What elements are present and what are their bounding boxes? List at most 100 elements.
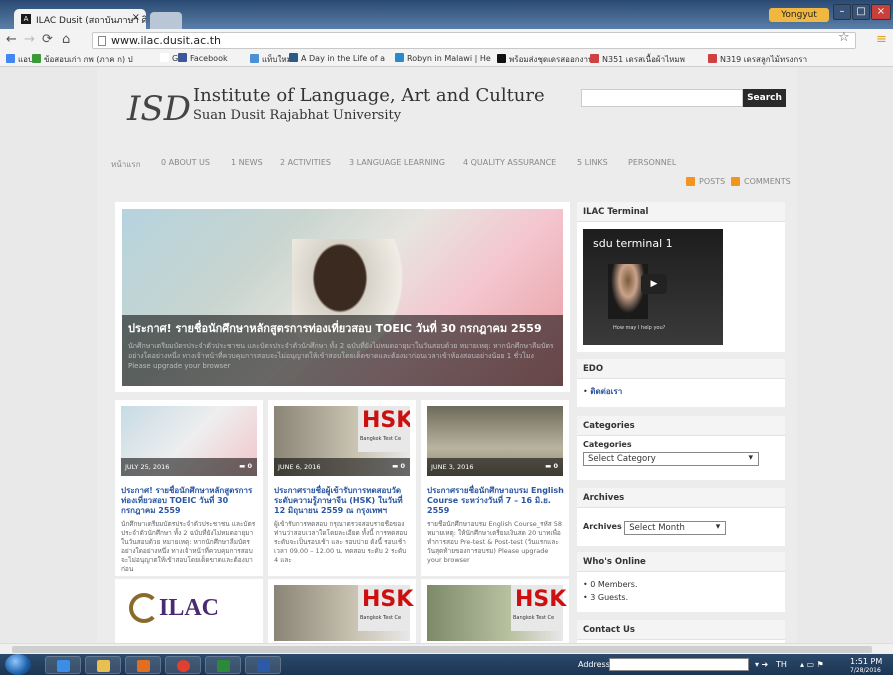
language-indicator[interactable]: TH <box>776 660 787 669</box>
category-select[interactable]: Select Category <box>583 452 759 466</box>
post-meta: JULY 25, 2016 ▬ 0 <box>121 458 257 476</box>
explorer-taskbar-icon[interactable] <box>85 656 121 674</box>
post-thumbnail: HSK Bangkok Test Ce <box>427 585 566 641</box>
maximize-button[interactable]: □ <box>852 4 870 20</box>
bookmark-item[interactable]: A Day in the Life of a <box>289 53 385 63</box>
post-date: JUNE 6, 2016 <box>278 463 321 471</box>
web-page: ISD Institute of Language, Art and Cultu… <box>0 67 893 643</box>
bookmark-item[interactable]: N319 เดรสลูกไม้ทรงกรา <box>708 53 807 66</box>
post-title[interactable]: ประกาศ! รายชื่อนักศึกษาหลักสูตรการท่องเท… <box>121 486 259 516</box>
address-toolbar-input[interactable] <box>609 658 749 671</box>
browser-titlebar: A ILAC Dusit (สถาบันภาษา ศิล × Yongyut –… <box>0 0 893 29</box>
user-profile-button[interactable]: Yongyut <box>769 8 829 22</box>
bookmark-item[interactable]: แท็บใหม่ <box>250 53 292 66</box>
bookmarks-bar: แอป ข้อสอบเก่า กพ (ภาค ก) ป G Facebook แท็บใ… <box>0 51 893 67</box>
rss-icon <box>731 177 740 186</box>
start-button[interactable] <box>5 654 31 675</box>
video-player[interactable]: sdu terminal 1 ▶ How may I help you? <box>583 229 723 345</box>
chrome-taskbar-icon[interactable] <box>165 656 201 674</box>
posts-feed-link[interactable]: POSTS <box>699 177 725 186</box>
main-menu: หน้าแรก 0 ABOUT US 1 NEWS 2 ACTIVITIES 3 LAN… <box>97 155 797 175</box>
play-icon[interactable]: ▶ <box>641 274 667 294</box>
slider-title[interactable]: ประกาศ! รายชื่อนักศึกษาหลักสูตรการท่องเท… <box>128 319 557 337</box>
clock-time[interactable]: 1:51 PM <box>850 657 882 666</box>
address-bar[interactable]: www.ilac.dusit.ac.th <box>92 32 856 49</box>
bookmark-item[interactable]: G <box>160 53 178 63</box>
media-taskbar-icon[interactable] <box>125 656 161 674</box>
bookmark-item[interactable]: Robyn in Malawi | He <box>395 53 491 63</box>
comments-feed-link[interactable]: COMMENTS <box>744 177 791 186</box>
menu-item[interactable]: 2 ACTIVITIES <box>280 158 331 167</box>
minimize-button[interactable]: – <box>833 4 851 20</box>
menu-item[interactable]: หน้าแรก <box>111 158 141 171</box>
menu-icon[interactable]: ≡ <box>876 32 887 47</box>
excel-taskbar-icon[interactable] <box>205 656 241 674</box>
video-title: sdu terminal 1 <box>593 237 673 250</box>
menu-item[interactable]: 4 QUALITY ASSURANCE <box>463 158 556 167</box>
menu-item[interactable]: 3 LANGUAGE LEARNING <box>349 158 445 167</box>
star-icon[interactable]: ☆ <box>838 30 850 45</box>
search-input[interactable] <box>581 89 743 107</box>
bookmark-icon <box>395 53 404 62</box>
members-count: 0 Members. <box>590 580 638 589</box>
search-button[interactable]: Search <box>743 89 786 107</box>
browser-tab[interactable]: A ILAC Dusit (สถาบันภาษา ศิล × <box>14 9 146 29</box>
menu-item[interactable]: 5 LINKS <box>577 158 608 167</box>
windows-taskbar: Address ▾ ➜ TH ▴ ▭ ⚑ 1:51 PM 7/28/2016 <box>0 654 893 675</box>
browser-toolbar: ← → ⟳ ⌂ www.ilac.dusit.ac.th ☆ ≡ <box>0 29 893 51</box>
post-card[interactable]: JUNE 3, 2016 ▬ 0 ประกาศรายชื่อนักศึกษาอบร… <box>421 400 569 576</box>
comment-count: ▬ 0 <box>392 462 405 470</box>
post-card[interactable]: ILAC <box>115 579 263 643</box>
bookmark-item[interactable]: ข้อสอบเก่า กพ (ภาค ก) ป <box>32 53 133 66</box>
reload-icon[interactable]: ⟳ <box>42 32 53 47</box>
hsk-logo: HSK Bangkok Test Ce <box>358 585 413 631</box>
post-title[interactable]: ประกาศรายชื่อนักศึกษาอบรม English Course… <box>427 486 565 516</box>
word-taskbar-icon[interactable] <box>245 656 281 674</box>
bookmark-label: A Day in the Life of a <box>301 54 385 63</box>
hsk-logo: HSK Bangkok Test Ce <box>358 406 410 452</box>
categories-widget: Categories Categories Select Category <box>577 416 785 480</box>
go-arrow-icon[interactable]: ▾ ➜ <box>755 660 768 669</box>
bookmark-item[interactable]: Facebook <box>178 53 228 63</box>
featured-slider[interactable]: ประกาศ! รายชื่อนักศึกษาหลักสูตรการท่องเท… <box>115 202 570 392</box>
tab-title: ILAC Dusit (สถาบันภาษา ศิล <box>36 16 146 26</box>
bookmark-item[interactable]: พร้อมส่งชุดเดรสออกงาน <box>497 53 594 66</box>
university-logo[interactable]: ISD <box>127 89 191 135</box>
menu-item[interactable]: 1 NEWS <box>231 158 263 167</box>
page-icon <box>98 36 106 46</box>
new-tab-button[interactable] <box>150 12 182 29</box>
post-card[interactable]: HSK Bangkok Test Ce JUNE 6, 2016 ▬ 0 ประกา… <box>268 400 416 576</box>
bookmark-label: Facebook <box>190 54 228 63</box>
hsk-logo: HSK Bangkok Test Ce <box>511 585 566 631</box>
horizontal-scrollbar[interactable] <box>0 643 893 654</box>
bookmark-label: Robyn in Malawi | He <box>407 54 491 63</box>
close-window-button[interactable]: × <box>871 4 891 20</box>
close-tab-icon[interactable]: × <box>132 12 140 23</box>
archive-select[interactable]: Select Month <box>624 521 727 535</box>
bookmark-item[interactable]: N351 เดรสเนื้อผ้าไหมพ <box>590 53 685 66</box>
post-title[interactable]: ประกาศรายชื่อผู้เข้ารับการทดสอบวัดระดับค… <box>274 486 412 516</box>
home-icon[interactable]: ⌂ <box>62 32 70 47</box>
widget-title: EDO <box>577 359 785 379</box>
back-icon[interactable]: ← <box>6 32 17 47</box>
categories-label: Categories <box>583 440 632 449</box>
bookmark-label: N351 เดรสเนื้อผ้าไหมพ <box>602 55 685 64</box>
post-card[interactable]: JULY 25, 2016 ▬ 0 ประกาศ! รายชื่อนักศึกษา… <box>115 400 263 576</box>
post-card[interactable]: HSK Bangkok Test Ce <box>421 579 569 643</box>
edo-widget: EDO • ติดต่อเรา <box>577 359 785 407</box>
menu-item[interactable]: 0 ABOUT US <box>161 158 210 167</box>
post-card[interactable]: HSK Bangkok Test Ce <box>268 579 416 643</box>
video-caption: How may I help you? <box>613 325 666 331</box>
site-title[interactable]: Institute of Language, Art and Culture <box>193 85 545 106</box>
contact-link[interactable]: ติดต่อเรา <box>590 387 622 396</box>
post-excerpt: ผู้เข้ารับการทดสอบ กรุณาตรวจสอบรายชื่อขอ… <box>274 520 408 564</box>
online-widget: Who's Online • 0 Members. • 3 Guests. <box>577 552 785 612</box>
forward-icon[interactable]: → <box>24 32 35 47</box>
tray-icons[interactable]: ▴ ▭ ⚑ <box>800 660 824 669</box>
post-excerpt: รายชื่อนักศึกษาอบรม English Course_รหัส … <box>427 520 563 564</box>
bookmark-item[interactable]: แอป <box>6 53 33 66</box>
bookmark-icon <box>497 54 506 63</box>
ie-taskbar-icon[interactable] <box>45 656 81 674</box>
menu-item[interactable]: PERSONNEL <box>628 158 676 167</box>
archives-widget: Archives Archives Select Month <box>577 488 785 546</box>
